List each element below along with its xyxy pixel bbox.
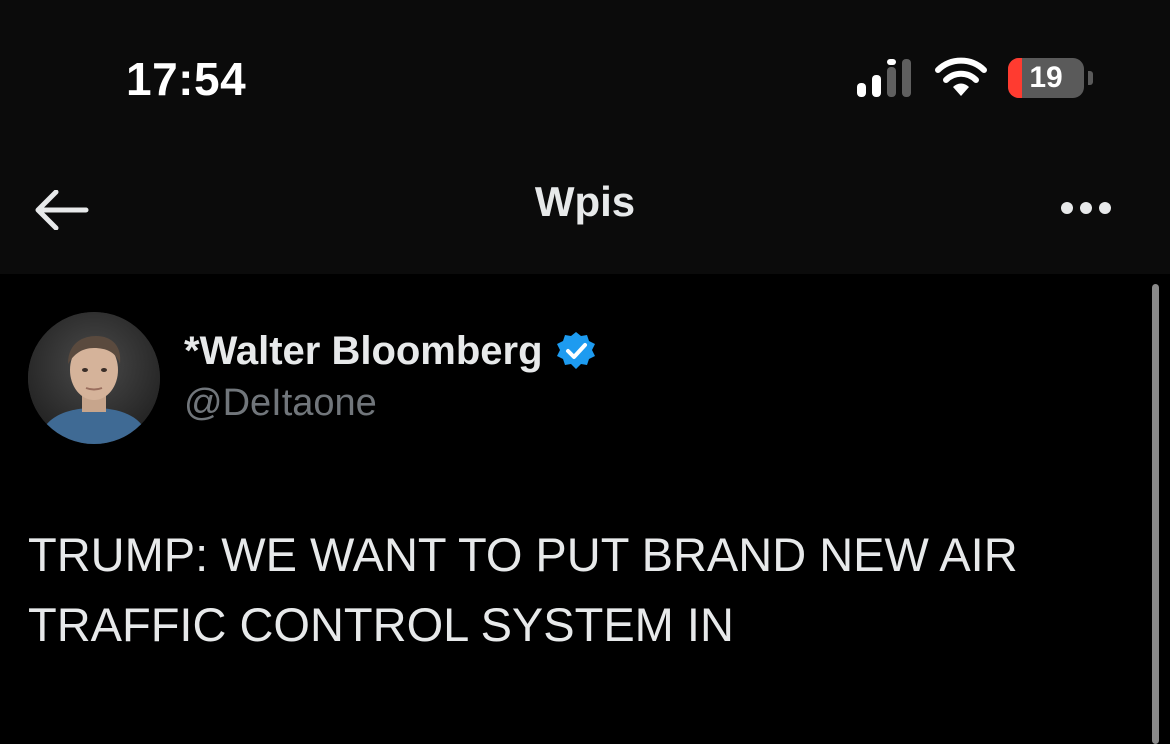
battery-icon: 19 xyxy=(1008,58,1094,98)
status-bar: 17:54 19 xyxy=(0,0,1170,150)
page-title: Wpis xyxy=(534,178,636,225)
ellipsis-icon xyxy=(1080,202,1092,214)
more-options-button[interactable] xyxy=(1046,180,1126,236)
ellipsis-icon xyxy=(1061,202,1073,214)
author-handle[interactable]: @DeItaone xyxy=(184,382,377,425)
author-name-row[interactable]: *Walter Bloomberg xyxy=(184,328,597,374)
author-name[interactable]: *Walter Bloomberg xyxy=(184,329,543,374)
nav-bar: Wpis xyxy=(0,150,1170,274)
scrollbar[interactable] xyxy=(1152,284,1159,744)
avatar[interactable] xyxy=(28,312,160,444)
verified-badge-icon[interactable] xyxy=(555,330,597,372)
tweet-text: TRUMP: WE WANT TO PUT BRAND NEW AIR TRAF… xyxy=(28,528,1018,651)
battery-level: 19 xyxy=(1029,61,1063,94)
tweet-detail: *Walter Bloomberg @DeItaone TRUMP: WE WA… xyxy=(0,274,1170,744)
avatar-image xyxy=(28,312,160,444)
battery-cap xyxy=(1088,71,1093,85)
ellipsis-icon xyxy=(1099,202,1111,214)
status-time: 17:54 xyxy=(126,53,247,105)
wifi-icon xyxy=(935,57,987,96)
cellular-signal-icon xyxy=(857,59,911,97)
battery-body: 19 xyxy=(1008,58,1084,98)
